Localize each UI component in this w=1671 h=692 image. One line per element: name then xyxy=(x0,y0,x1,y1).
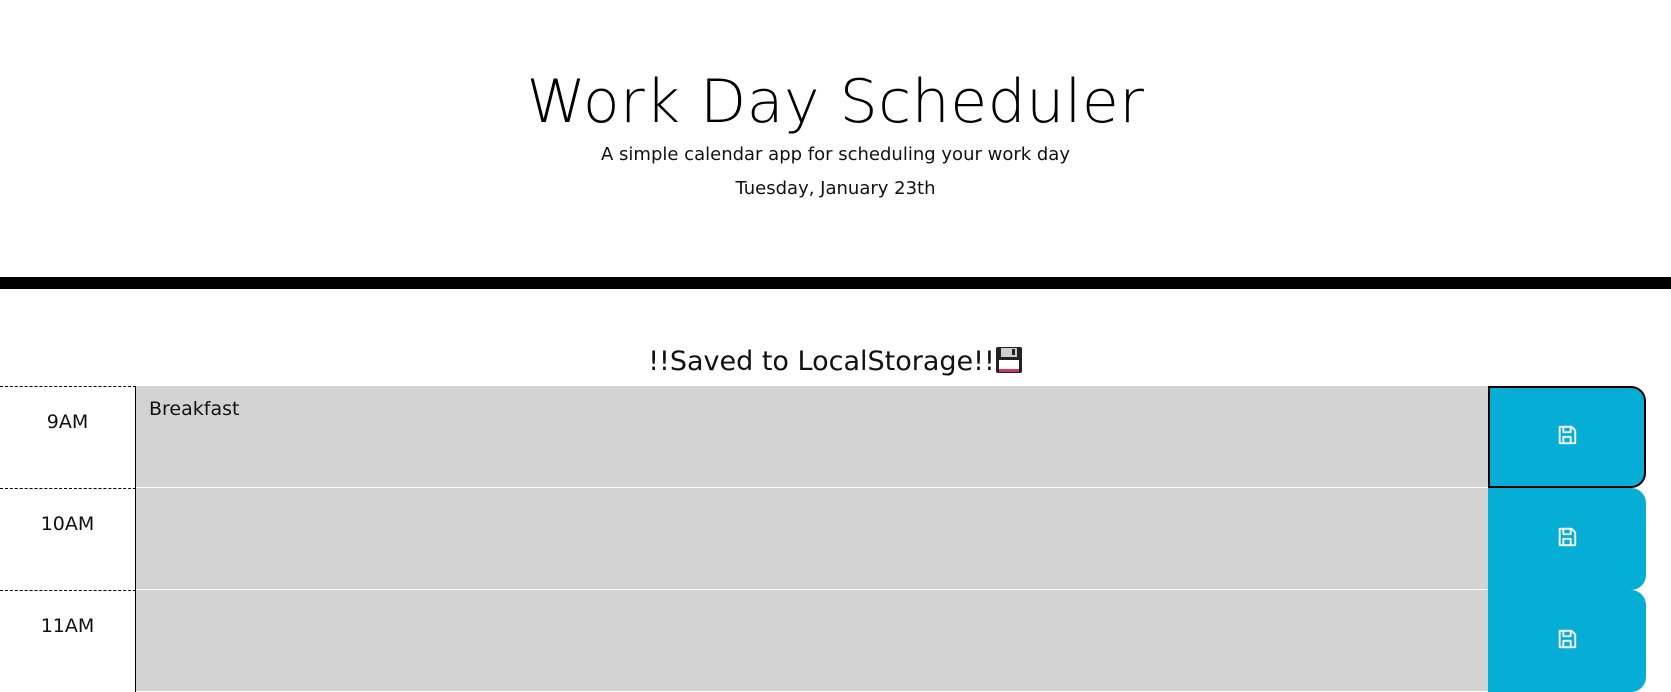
hour-label: 11AM xyxy=(0,590,136,692)
current-day: Tuesday, January 23th xyxy=(735,178,936,199)
page-title: Work Day Scheduler xyxy=(526,67,1145,137)
hour-label: 10AM xyxy=(0,488,136,590)
save-icon xyxy=(1556,526,1578,552)
save-button[interactable] xyxy=(1488,590,1646,692)
save-icon xyxy=(1556,424,1578,450)
time-block-list: 9AM Breakfast 10AM 11AM xyxy=(0,386,1671,692)
event-description-input[interactable] xyxy=(136,488,1488,590)
event-description-input[interactable] xyxy=(136,590,1488,692)
save-icon xyxy=(1556,628,1578,654)
time-block: 10AM xyxy=(0,488,1646,590)
time-block: 9AM Breakfast xyxy=(0,386,1646,488)
time-block: 11AM xyxy=(0,590,1646,692)
event-description-input[interactable]: Breakfast xyxy=(136,386,1488,488)
save-button[interactable] xyxy=(1488,488,1646,590)
header: Work Day Scheduler A simple calendar app… xyxy=(0,0,1671,289)
save-button[interactable] xyxy=(1488,386,1646,488)
saved-notice: !!Saved to LocalStorage!! xyxy=(0,344,1671,384)
page-subtitle: A simple calendar app for scheduling you… xyxy=(601,144,1070,165)
hour-label: 9AM xyxy=(0,386,136,488)
saved-notice-text: !!Saved to LocalStorage!! xyxy=(648,346,995,377)
floppy-disk-icon xyxy=(995,346,1023,384)
